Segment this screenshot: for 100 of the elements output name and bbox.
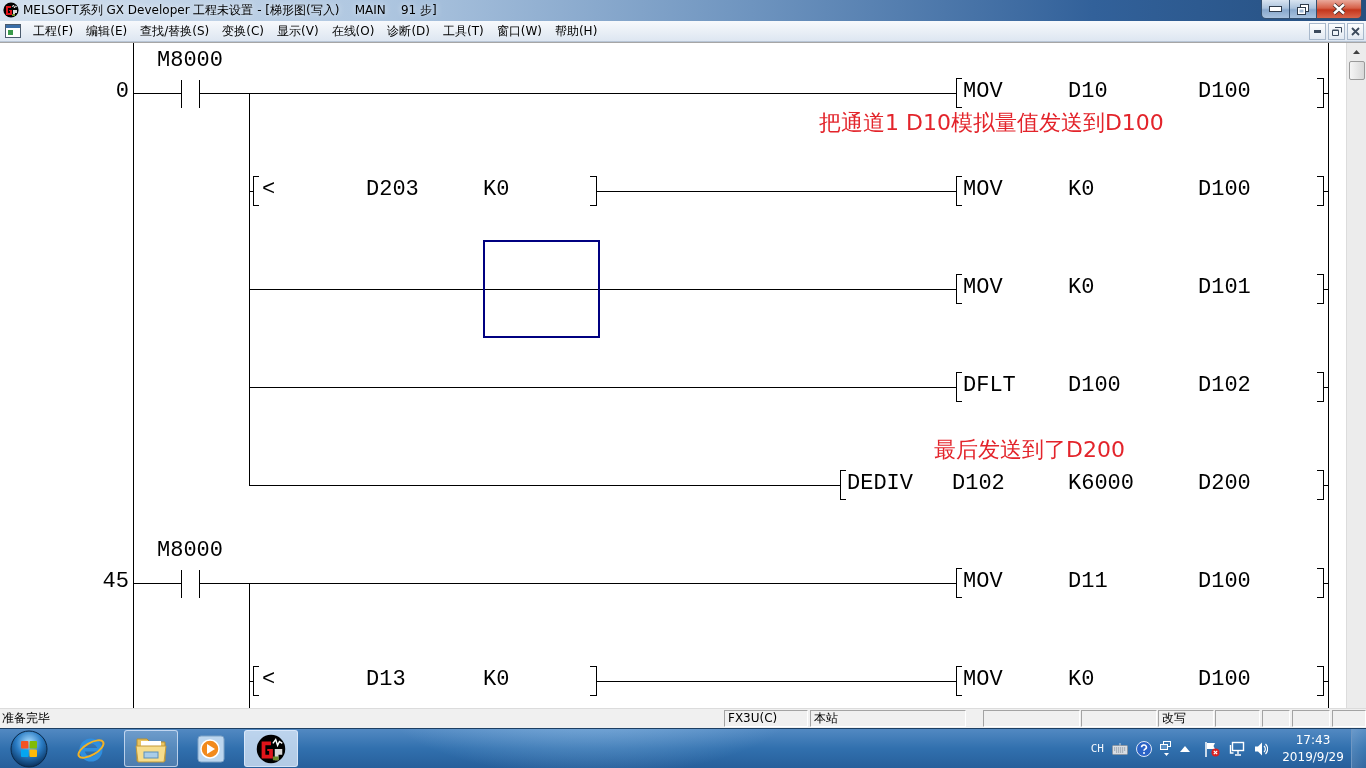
minimize-button[interactable] <box>1261 0 1290 19</box>
compare-bracket <box>589 665 597 696</box>
flag-error-icon[interactable] <box>1204 740 1220 757</box>
close-button[interactable] <box>1347 22 1364 40</box>
restore-button[interactable] <box>1328 22 1345 40</box>
instruction-bracket <box>1316 273 1329 304</box>
instruction-bracket <box>955 665 963 696</box>
instruction-mnemonic: MOV <box>963 176 1003 202</box>
operand-label: D100 <box>1198 568 1251 594</box>
status-pane <box>1332 710 1366 727</box>
input-language[interactable]: CH <box>1090 742 1104 755</box>
step-number: 45 <box>102 568 129 594</box>
taskbar-app-button[interactable] <box>244 730 298 767</box>
status-pane: 本站 <box>810 710 966 727</box>
menu-item[interactable]: 变换(C) <box>217 21 269 41</box>
operand-label: D203 <box>366 176 419 202</box>
status-pane: 改写 <box>1158 710 1214 727</box>
keyboard-icon[interactable] <box>1112 741 1128 756</box>
operand-label: K0 <box>483 666 510 692</box>
help-icon[interactable] <box>1136 740 1152 757</box>
contact-label: M8000 <box>157 47 223 73</box>
menu-item[interactable]: 诊断(D) <box>382 21 435 41</box>
play-icon <box>197 734 225 763</box>
restore-icon <box>1297 3 1309 15</box>
compare-bracket <box>589 175 597 206</box>
status-pane: FX3U(C) <box>724 710 808 727</box>
status-pane <box>1215 710 1260 727</box>
instruction-bracket <box>839 469 847 500</box>
operand-label: D100 <box>1198 176 1251 202</box>
step-number: 0 <box>115 78 129 104</box>
contact-label: M8000 <box>157 537 223 563</box>
menu-item[interactable]: 查找/替换(S) <box>135 21 215 41</box>
operand-label: K6000 <box>1068 470 1134 496</box>
close-icon <box>1332 3 1346 15</box>
clock-date: 2019/9/29 <box>1282 748 1344 766</box>
instruction-bracket <box>1316 175 1329 206</box>
instruction-bracket <box>955 371 963 402</box>
instruction-bracket <box>1316 469 1329 500</box>
operand-label: K0 <box>483 176 510 202</box>
orb-icon <box>10 729 48 768</box>
app-logo-icon <box>256 733 286 764</box>
operand-label: K0 <box>1068 666 1095 692</box>
status-message: 准备完毕 <box>1 710 51 727</box>
compare-bracket <box>252 175 260 206</box>
menu-item[interactable]: 工程(F) <box>28 21 79 41</box>
minimize-icon <box>1314 29 1321 33</box>
menu-item[interactable]: 工具(T) <box>438 21 489 41</box>
close-button[interactable] <box>1317 0 1362 19</box>
menu-item[interactable]: 在线(O) <box>326 21 380 41</box>
menu-item[interactable]: 编辑(E) <box>81 21 133 41</box>
network-icon[interactable] <box>1229 740 1245 757</box>
menu-item[interactable]: 窗口(W) <box>491 21 547 41</box>
window-stack-icon[interactable] <box>1160 740 1172 757</box>
contact-icon <box>180 80 200 108</box>
contact-icon <box>180 570 200 598</box>
speaker-icon[interactable] <box>1254 740 1268 757</box>
comment-text: 把通道1 D10模拟量值发送到D100 <box>819 109 1164 135</box>
operand-label: D200 <box>1198 470 1251 496</box>
status-pane <box>1292 710 1330 727</box>
compare-operator: < <box>262 176 276 202</box>
minimize-button[interactable] <box>1309 22 1326 40</box>
instruction-bracket <box>955 567 963 598</box>
instruction-bracket <box>955 273 963 304</box>
minimize-icon <box>1269 6 1282 12</box>
instruction-mnemonic: MOV <box>963 568 1003 594</box>
operand-label: D100 <box>1198 78 1251 104</box>
instruction-bracket <box>955 77 963 108</box>
caret-up-icon <box>1353 50 1360 54</box>
instruction-bracket <box>955 175 963 206</box>
instruction-bracket <box>1316 371 1329 402</box>
operand-label: D100 <box>1068 372 1121 398</box>
scrollbar-thumb[interactable] <box>1348 61 1365 80</box>
operand-label: D13 <box>366 666 406 692</box>
compare-operator: < <box>262 666 276 692</box>
close-icon <box>1351 26 1360 36</box>
instruction-mnemonic: DEDIV <box>847 470 913 496</box>
comment-text: 最后发送到了D200 <box>934 436 1125 462</box>
operand-label: D102 <box>952 470 1005 496</box>
instruction-mnemonic: MOV <box>963 78 1003 104</box>
operand-label: D11 <box>1068 568 1108 594</box>
restore-button[interactable] <box>1290 0 1317 19</box>
operand-label: K0 <box>1068 176 1095 202</box>
caret-up-icon[interactable] <box>1180 745 1190 752</box>
app-logo-icon <box>3 2 19 18</box>
clock-time: 17:43 <box>1295 731 1331 749</box>
operand-label: D100 <box>1198 666 1251 692</box>
instruction-mnemonic: MOV <box>963 274 1003 300</box>
document-window-icon[interactable] <box>5 24 21 38</box>
instruction-mnemonic: DFLT <box>963 372 1016 398</box>
restore-icon <box>1331 26 1342 36</box>
compare-bracket <box>252 665 260 696</box>
instruction-mnemonic: MOV <box>963 666 1003 692</box>
menu-item[interactable]: 显示(V) <box>272 21 324 41</box>
instruction-bracket <box>1316 77 1329 108</box>
menu-item[interactable]: 帮助(H) <box>549 21 603 41</box>
window-title: MELSOFT系列 GX Developer 工程未设置 - [梯形图(写入) MAIN 91 步] <box>23 2 437 19</box>
operand-label: D10 <box>1068 78 1108 104</box>
status-pane <box>1262 710 1290 727</box>
operand-label: D102 <box>1198 372 1251 398</box>
scrollbar-track[interactable] <box>1346 43 1366 708</box>
